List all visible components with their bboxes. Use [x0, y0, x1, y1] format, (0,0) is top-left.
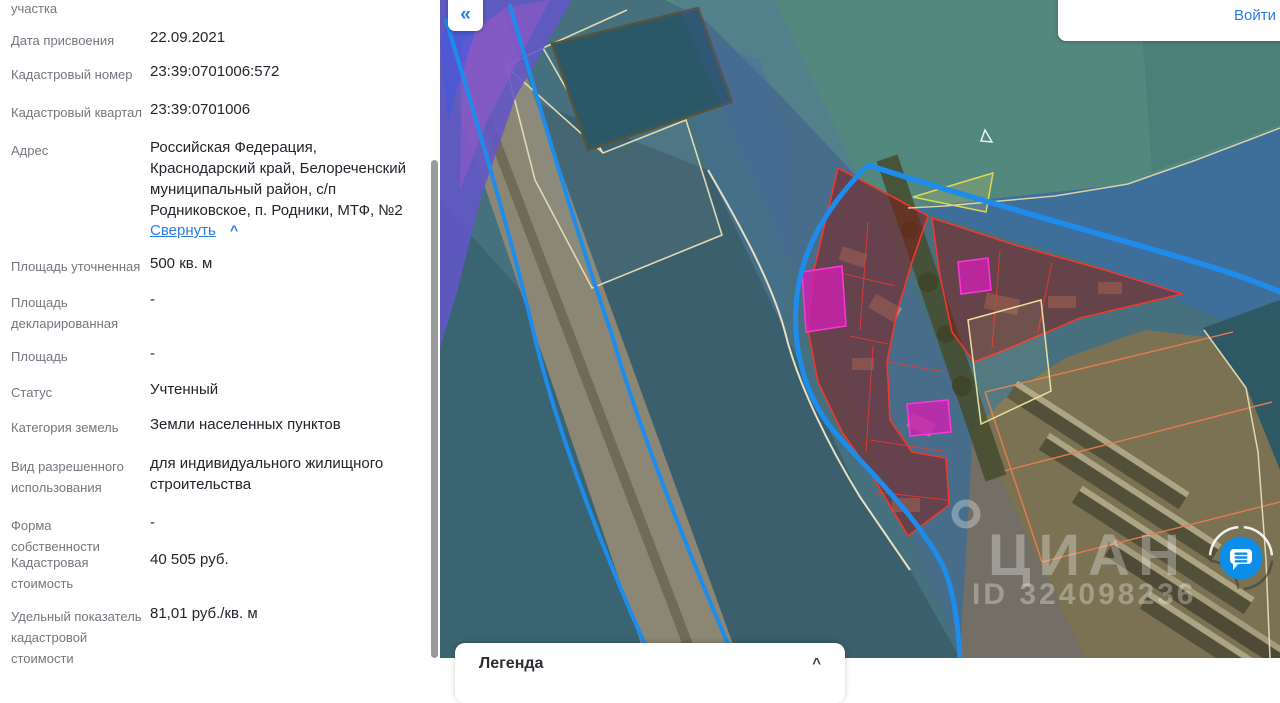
row-value: Российская Федерация, Краснодарский край…	[150, 139, 407, 219]
row-value: Учтенный	[150, 381, 219, 398]
row-value: -	[150, 291, 155, 308]
row-label: Дата присвоения	[11, 33, 115, 48]
row-value: 22.09.2021	[150, 29, 226, 46]
row-label: Форма собственности	[11, 518, 100, 554]
row-label: Площадь уточненная	[11, 259, 141, 274]
row-value: 500 кв. м	[150, 255, 213, 272]
row-label: Статус	[11, 385, 53, 400]
row-value: 23:39:0701006:572	[150, 63, 280, 80]
row-value: Земли населенных пунктов	[150, 416, 341, 433]
map-canvas[interactable]: ЦИАН ID 324098236	[440, 0, 1280, 658]
double-chevron-left-icon: «	[460, 4, 471, 25]
row-value: 23:39:0701006	[150, 101, 251, 118]
row-value: -	[150, 514, 155, 531]
row-label: Вид разрешенного использования	[11, 459, 124, 495]
sidebar-collapse-button[interactable]: «	[448, 0, 483, 31]
row-label: Кадастровый номер	[11, 67, 133, 82]
collapse-address-link[interactable]: Свернуть ^	[150, 222, 238, 239]
legend-panel[interactable]: Легенда ^	[455, 643, 845, 703]
row-value: -	[150, 345, 155, 362]
row-label: Кадастровая стоимость	[11, 555, 89, 591]
row-value: 81,01 руб./кв. м	[150, 605, 258, 622]
login-button[interactable]: Войти	[1058, 0, 1280, 41]
row-label: Площадь	[11, 349, 68, 364]
login-button-label: Войти	[1234, 7, 1276, 24]
row-label: Категория земель	[11, 420, 119, 435]
row-label: участка	[11, 1, 58, 16]
row-label: Площадь декларированная	[11, 295, 119, 331]
row-label: Адрес	[11, 143, 49, 158]
row-value: 40 505 руб.	[150, 551, 229, 568]
collapse-link-label[interactable]: Свернуть	[150, 222, 216, 239]
sidebar-scrollbar[interactable]	[431, 160, 438, 658]
row-label: Удельный показатель кадастровой стоимост…	[11, 609, 142, 666]
row-value: для индивидуального жилищного строительс…	[150, 455, 384, 493]
row-label: Кадастровый квартал	[11, 105, 142, 120]
property-info-panel: участка Дата присвоения 22.09.2021 Кадас…	[0, 0, 440, 666]
chevron-up-icon: ^	[229, 222, 239, 238]
watermark-id: ID 324098236	[972, 578, 1197, 611]
